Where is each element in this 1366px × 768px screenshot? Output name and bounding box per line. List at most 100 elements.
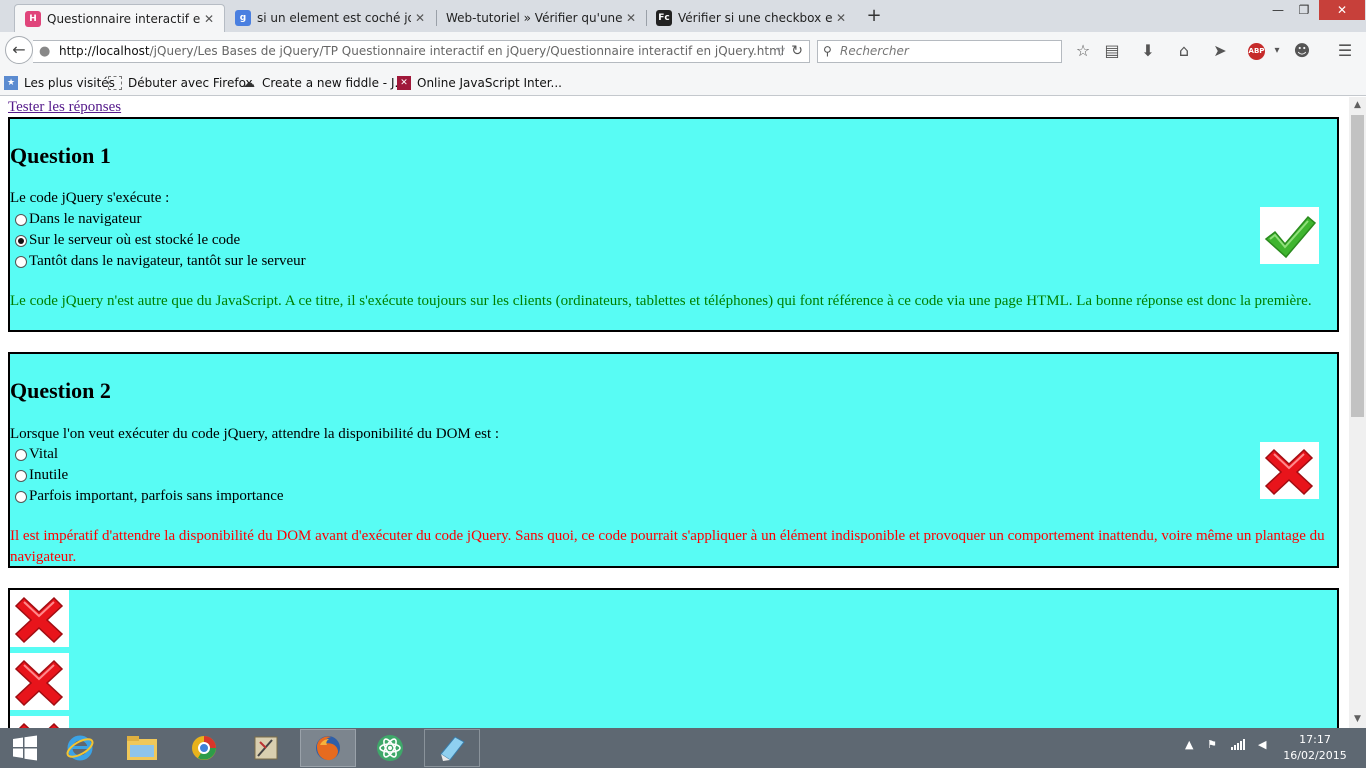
tab-google-search[interactable]: g si un element est coché jq... ✕ — [225, 4, 435, 32]
url-bar[interactable]: ● http://localhost/jQuery/Les Bases de jQ… — [33, 40, 810, 63]
close-tab-icon[interactable]: ✕ — [622, 11, 640, 25]
answer-explanation: Le code jQuery n'est autre que du JavaSc… — [10, 293, 1312, 309]
firefox-icon — [316, 736, 340, 761]
bookmark-most-visited[interactable]: ★ Les plus visités — [4, 75, 115, 91]
smiley-icon[interactable]: ☻ — [1291, 40, 1313, 62]
download-icon[interactable]: ⬇ — [1137, 40, 1159, 62]
send-icon[interactable]: ➤ — [1209, 40, 1231, 62]
question-box: Question 1 Le code jQuery s'exécute : Da… — [8, 117, 1339, 332]
tab-title: Questionnaire interactif en ... — [47, 11, 200, 26]
adblock-icon[interactable]: ABP — [1248, 43, 1265, 60]
reload-icon[interactable]: ↻ — [791, 41, 803, 62]
system-clock[interactable]: 17:17 16/02/2015 — [1280, 732, 1350, 764]
page-content: Tester les réponses Question 1 Le code j… — [0, 97, 1349, 728]
ie-taskbar-button[interactable] — [52, 729, 108, 767]
question-prompt: Le code jQuery s'exécute : — [10, 190, 170, 206]
reading-list-icon[interactable]: ▤ — [1101, 40, 1123, 62]
navigation-bar: ← ● http://localhost/jQuery/Les Bases de … — [0, 32, 1366, 70]
bookmarks-bar: ★ Les plus visités Débuter avec Firefox … — [0, 70, 1366, 96]
results-box — [8, 588, 1339, 728]
abp-dropdown-icon[interactable]: ▾ — [1266, 40, 1288, 62]
radio-button[interactable] — [15, 255, 27, 268]
action-center-flag-icon[interactable]: ⚑ — [1207, 738, 1217, 751]
bookmark-star-icon[interactable]: ☆ — [1072, 40, 1094, 62]
windows-logo-icon — [13, 735, 37, 761]
close-tab-icon[interactable]: ✕ — [411, 11, 429, 25]
bookmark-label: Online JavaScript Inter... — [417, 76, 562, 90]
url-dropdown-icon[interactable]: ▽ — [777, 41, 785, 62]
answer-option[interactable]: Vital — [15, 446, 58, 463]
paint-taskbar-button[interactable] — [238, 729, 294, 767]
clock-date: 16/02/2015 — [1283, 749, 1347, 762]
new-tab-button[interactable]: + — [864, 6, 884, 26]
scroll-up-icon[interactable]: ▲ — [1349, 97, 1366, 114]
bookmark-label: Débuter avec Firefox — [128, 76, 253, 90]
show-hidden-icons-icon[interactable]: ▲ — [1185, 738, 1193, 751]
fc-icon: Fc — [656, 10, 672, 26]
google-icon: g — [235, 10, 251, 26]
answer-label: Tantôt dans le navigateur, tantôt sur le… — [29, 253, 306, 269]
globe-icon: ● — [39, 44, 51, 59]
scroll-down-icon[interactable]: ▼ — [1349, 711, 1366, 728]
volume-icon[interactable]: ◀ — [1258, 738, 1266, 751]
radio-button[interactable] — [15, 469, 27, 482]
tab-strip: H Questionnaire interactif en ... ✕ g si… — [0, 0, 1366, 32]
notepad-taskbar-button[interactable] — [424, 729, 480, 767]
radio-button[interactable] — [15, 448, 27, 461]
cross-icon — [10, 590, 69, 647]
answer-option[interactable]: Sur le serveur où est stocké le code — [15, 232, 240, 249]
maximize-icon[interactable]: ❐ — [1290, 0, 1318, 20]
question-box: Question 2 Lorsque l'on veut exécuter du… — [8, 352, 1339, 568]
firefox-taskbar-button[interactable] — [300, 729, 356, 767]
bookmark-folder-icon: ★ — [4, 76, 18, 90]
tab-questionnaire[interactable]: H Questionnaire interactif en ... ✕ — [14, 4, 225, 32]
answer-option[interactable]: Inutile — [15, 467, 68, 484]
search-input[interactable]: ⚲ Rechercher — [817, 40, 1062, 63]
answer-option[interactable]: Parfois important, parfois sans importan… — [15, 488, 284, 505]
radio-button-checked[interactable] — [15, 234, 27, 247]
window-close-icon[interactable]: ✕ — [1319, 0, 1365, 20]
home-icon[interactable]: ⌂ — [1173, 40, 1195, 62]
radio-button[interactable] — [15, 213, 27, 226]
answer-label: Dans le navigateur — [29, 211, 142, 227]
sketch-tool-icon — [254, 736, 278, 760]
answer-label: Inutile — [29, 467, 69, 483]
answer-label: Vital — [29, 446, 59, 462]
radio-button[interactable] — [15, 490, 27, 503]
bookmark-label: Les plus visités — [24, 76, 115, 90]
bookmark-jsfiddle[interactable]: ☁ Create a new fiddle - J... — [242, 75, 406, 91]
atom-icon — [377, 735, 403, 761]
search-placeholder: Rechercher — [840, 44, 909, 58]
back-button[interactable]: ← — [5, 36, 33, 64]
tab-checkbox[interactable]: Fc Vérifier si une checkbox est... ✕ — [646, 4, 856, 32]
tab-web-tutoriel[interactable]: Web-tutoriel » Vérifier qu'une c... ✕ — [436, 4, 646, 32]
html-icon: H — [25, 10, 41, 27]
bookmark-getting-started[interactable]: Débuter avec Firefox — [108, 75, 253, 91]
atom-taskbar-button[interactable] — [362, 729, 418, 767]
cross-icon — [10, 716, 69, 728]
js-interpreter-icon: ✕ — [397, 76, 411, 90]
bookmark-online-js[interactable]: ✕ Online JavaScript Inter... — [397, 75, 562, 91]
start-button[interactable] — [0, 728, 50, 768]
clock-time: 17:17 — [1299, 733, 1331, 746]
test-answers-link[interactable]: Tester les réponses — [8, 99, 121, 116]
answer-option[interactable]: Tantôt dans le navigateur, tantôt sur le… — [15, 253, 306, 270]
checkmark-icon — [1260, 207, 1319, 264]
scrollbar-thumb[interactable] — [1351, 115, 1364, 417]
cross-icon — [1260, 442, 1319, 499]
answer-option[interactable]: Dans le navigateur — [15, 211, 141, 228]
network-signal-icon[interactable] — [1231, 738, 1245, 753]
windows-taskbar: ▲ ⚑ ◀ 17:17 16/02/2015 — [0, 728, 1366, 768]
page-scrollbar[interactable]: ▲ ▼ — [1349, 97, 1366, 728]
menu-icon[interactable]: ☰ — [1334, 40, 1356, 62]
close-tab-icon[interactable]: ✕ — [832, 11, 850, 25]
explorer-taskbar-button[interactable] — [114, 729, 170, 767]
minimize-icon[interactable]: — — [1264, 0, 1292, 20]
close-tab-icon[interactable]: ✕ — [200, 12, 218, 26]
chrome-taskbar-button[interactable] — [176, 729, 232, 767]
tab-title: Vérifier si une checkbox est... — [678, 11, 832, 25]
tab-title: Web-tutoriel » Vérifier qu'une c... — [446, 11, 622, 25]
answer-label: Parfois important, parfois sans importan… — [29, 488, 284, 504]
cloud-icon: ☁ — [243, 76, 255, 90]
internet-explorer-icon — [66, 735, 94, 761]
